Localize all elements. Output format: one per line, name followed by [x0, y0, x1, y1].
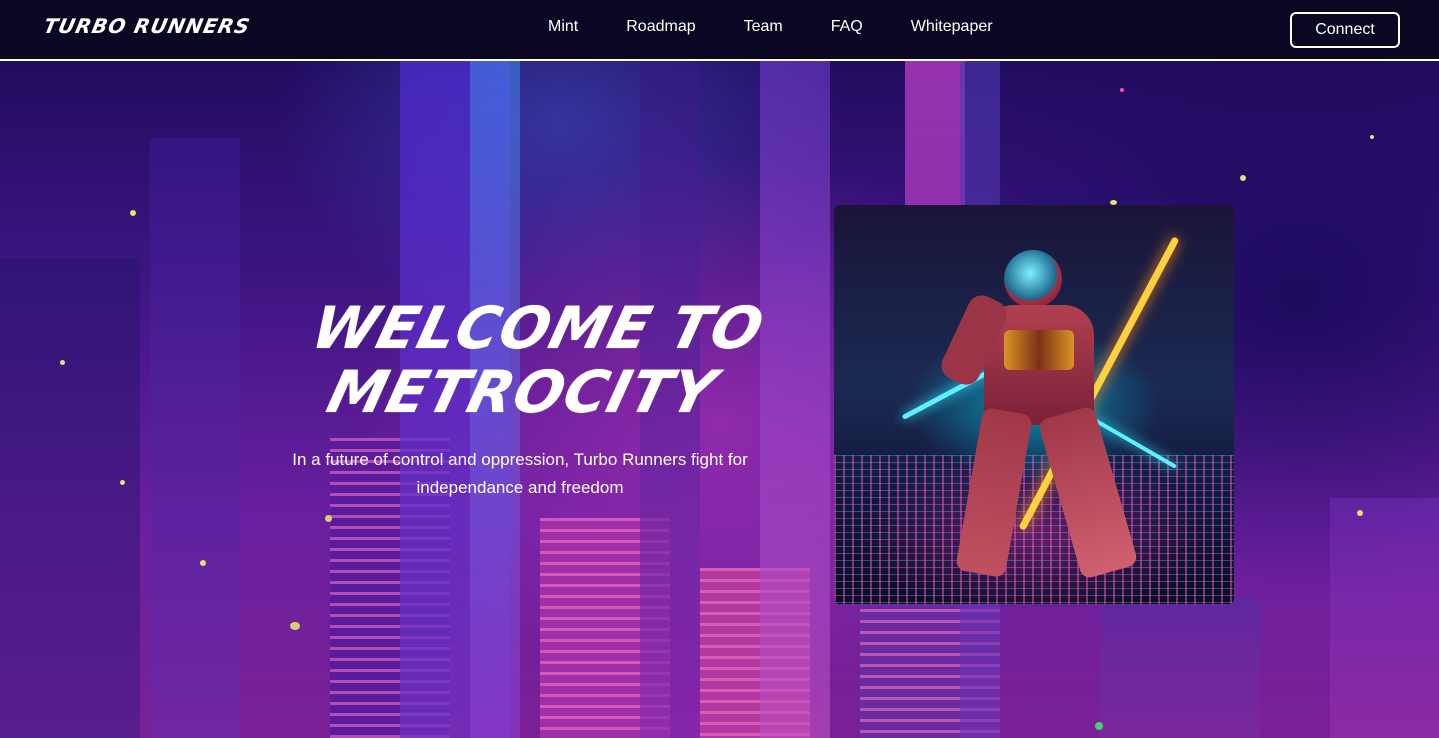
hero-title-line-2: METROCITY	[320, 358, 724, 426]
background-tower	[150, 138, 240, 738]
background-tower	[0, 258, 140, 738]
sparkle	[1357, 510, 1363, 516]
art-runner-chest	[1004, 330, 1074, 370]
hero-subtitle: In a future of control and oppression, T…	[250, 446, 790, 502]
sparkle	[290, 622, 300, 630]
sparkle	[60, 360, 65, 365]
sparkle	[1095, 722, 1103, 730]
hero-title: WELCOME TO METROCITY	[234, 294, 826, 426]
sparkle	[120, 480, 125, 485]
sparkle	[1120, 88, 1124, 92]
nav-link-team[interactable]: Team	[744, 18, 783, 36]
sparkle	[130, 210, 136, 216]
sparkle	[1370, 135, 1374, 139]
sparkle	[1240, 175, 1246, 181]
hero-subtitle-line-2: independance and freedom	[416, 478, 624, 497]
hero-subtitle-line-1: In a future of control and oppression, T…	[292, 450, 748, 469]
connect-wallet-button[interactable]: Connect	[1290, 12, 1400, 48]
nav-link-whitepaper[interactable]: Whitepaper	[911, 18, 993, 36]
nav-link-roadmap[interactable]: Roadmap	[626, 18, 695, 36]
top-navbar: TURBO RUNNERS Mint Roadmap Team FAQ Whit…	[0, 0, 1439, 61]
sparkle	[325, 515, 332, 522]
art-runner-helmet	[1004, 250, 1062, 308]
background-tower	[1100, 598, 1260, 738]
hero-nft-artwork	[834, 205, 1234, 604]
nav-link-faq[interactable]: FAQ	[831, 18, 863, 36]
background-tower	[1330, 498, 1439, 738]
sparkle	[200, 560, 206, 566]
site-logo[interactable]: TURBO RUNNERS	[41, 14, 252, 38]
nav-link-mint[interactable]: Mint	[548, 18, 578, 36]
art-city-lights	[834, 455, 1234, 604]
hero-title-line-1: WELCOME TO	[305, 294, 771, 362]
main-nav: Mint Roadmap Team FAQ Whitepaper	[548, 18, 993, 36]
